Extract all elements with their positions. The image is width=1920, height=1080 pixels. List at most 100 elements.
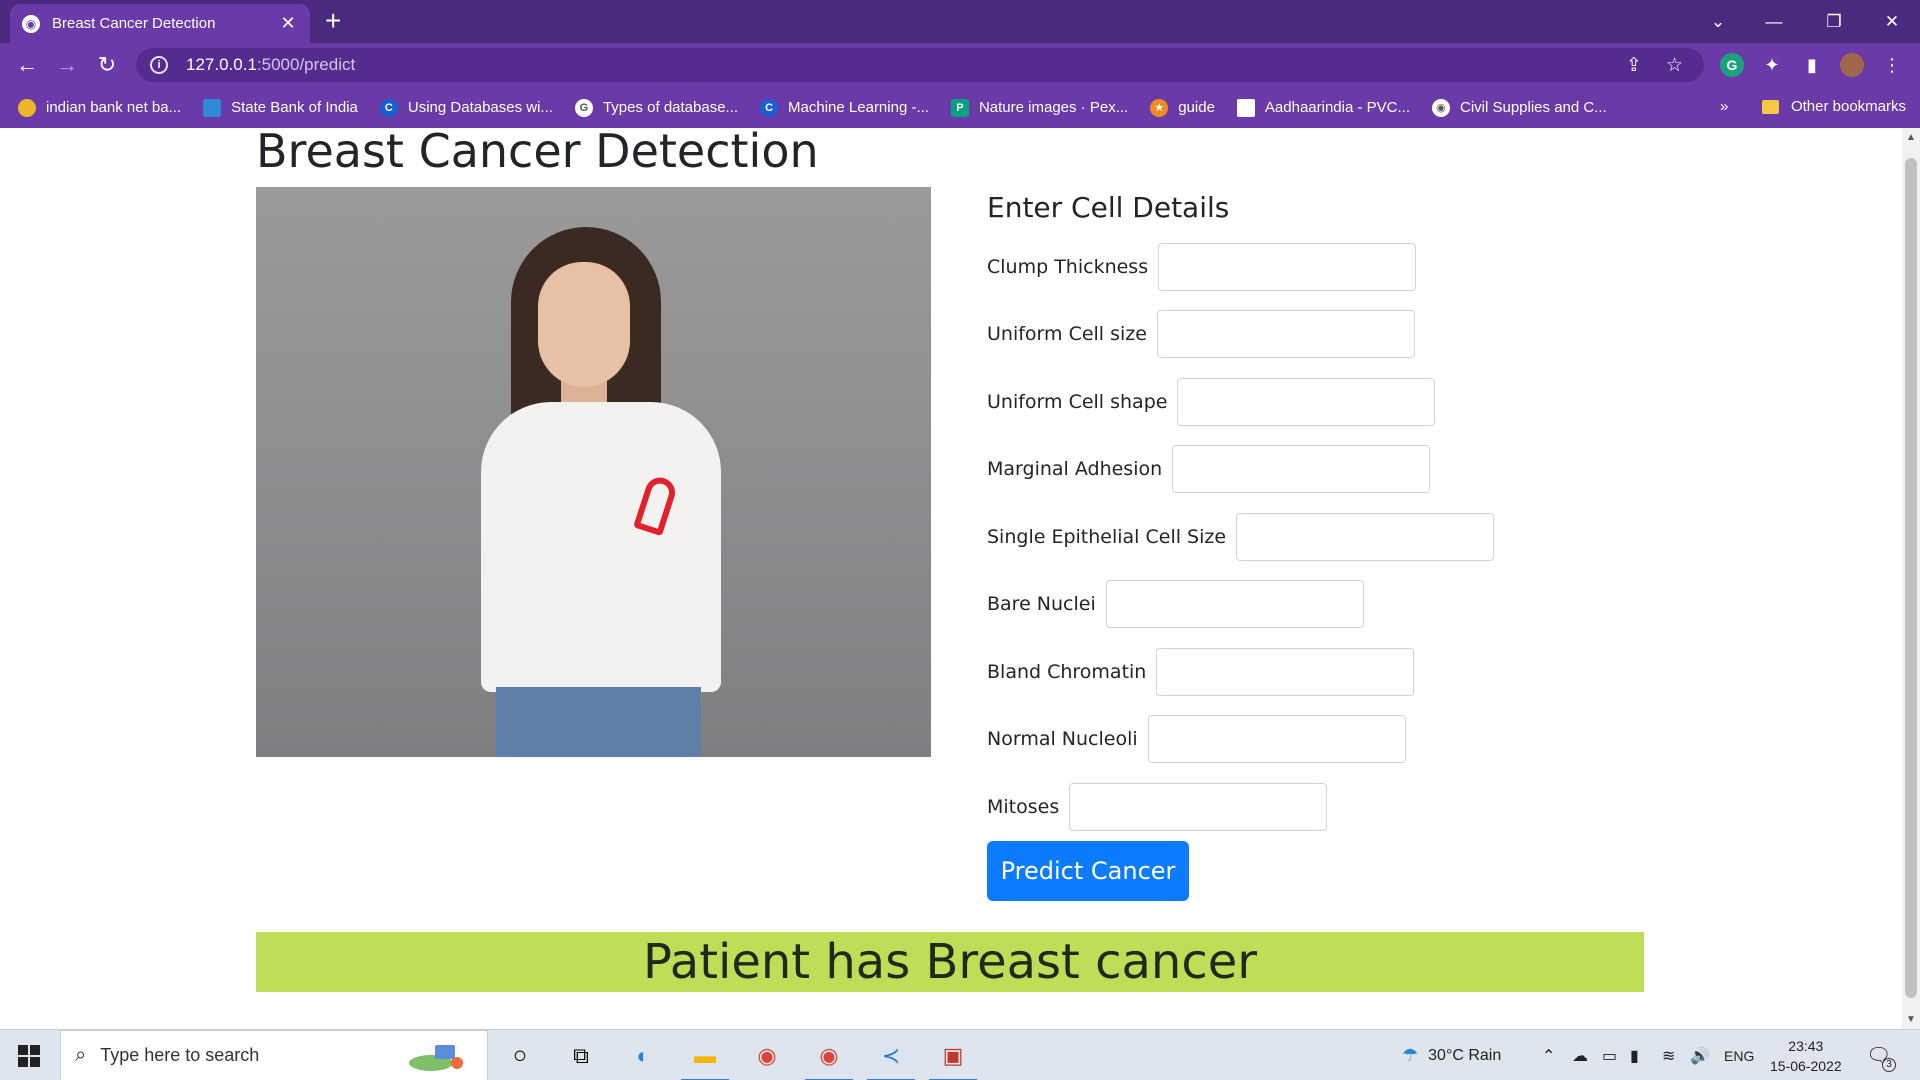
- field-bare-nuclei: Bare Nuclei: [987, 580, 1364, 628]
- edge-icon[interactable]: ◐: [627, 1040, 659, 1072]
- form-title: Enter Cell Details: [987, 191, 1230, 224]
- site-info-icon[interactable]: i: [150, 56, 168, 74]
- vscode-icon[interactable]: ≺: [867, 1040, 915, 1080]
- field-label: Marginal Adhesion: [987, 458, 1163, 480]
- bookmark-item[interactable]: P Nature images · Pex...: [950, 98, 1128, 117]
- new-tab-button[interactable]: +: [325, 6, 341, 36]
- c-icon: C: [760, 98, 779, 117]
- scroll-down-icon[interactable]: ▼: [1906, 1014, 1916, 1025]
- page-scrollbar[interactable]: ▲ ▼: [1902, 128, 1920, 1029]
- page-title: Breast Cancer Detection: [256, 124, 819, 178]
- prediction-result: Patient has Breast cancer: [256, 932, 1644, 992]
- wifi-icon[interactable]: ≋: [1662, 1030, 1675, 1080]
- tab-title: Breast Cancer Detection: [52, 15, 216, 32]
- field-normal-nucleoli: Normal Nucleoli: [987, 715, 1406, 763]
- bookmark-item[interactable]: State Bank of India: [203, 98, 358, 117]
- field-label: Normal Nucleoli: [987, 728, 1138, 750]
- onedrive-icon[interactable]: ☁: [1572, 1030, 1588, 1080]
- c-icon: C: [379, 98, 398, 117]
- single-epithelial-cell-size-input[interactable]: [1236, 513, 1495, 561]
- field-single-epithelial-cell-size: Single Epithelial Cell Size: [987, 513, 1495, 561]
- rain-icon: ☂: [1402, 1045, 1419, 1065]
- battery-icon[interactable]: ▮: [1630, 1030, 1639, 1080]
- sbi-icon: [203, 98, 222, 117]
- volume-icon[interactable]: 🔊: [1690, 1030, 1710, 1080]
- hero-image: [256, 187, 931, 757]
- field-uniform-cell-shape: Uniform Cell shape: [987, 378, 1436, 426]
- extensions-icon[interactable]: ✦: [1760, 53, 1784, 77]
- clock[interactable]: 23:43 15-06-2022: [1770, 1030, 1842, 1080]
- scrollbar-thumb[interactable]: [1905, 158, 1917, 998]
- language-indicator[interactable]: ENG: [1724, 1030, 1754, 1080]
- globe-icon: ◉: [1431, 98, 1450, 117]
- field-label: Mitoses: [987, 796, 1060, 818]
- field-label: Uniform Cell size: [987, 323, 1147, 345]
- other-bookmarks[interactable]: Other bookmarks: [1761, 98, 1906, 115]
- chrome-profile-icon[interactable]: ◉: [805, 1040, 853, 1080]
- tray-chevron-icon[interactable]: ⌃: [1542, 1030, 1555, 1080]
- back-button[interactable]: ←: [13, 51, 41, 79]
- field-clump-thickness: Clump Thickness: [987, 243, 1417, 291]
- bookmark-star-icon[interactable]: ☆: [1666, 54, 1683, 77]
- taskbar: ⌕ Type here to search ○ ⧉ ◐ ▬ ◉ ◉ ≺ ▣ ☂ …: [0, 1029, 1920, 1080]
- windows-start-icon[interactable]: [18, 1045, 40, 1067]
- restore-button[interactable]: ❐: [1806, 0, 1862, 43]
- avatar[interactable]: [1840, 53, 1864, 77]
- bookmark-item[interactable]: ◉ Civil Supplies and C...: [1431, 98, 1607, 117]
- uniform-cell-shape-input[interactable]: [1177, 378, 1436, 426]
- predict-cancer-button[interactable]: Predict Cancer: [987, 841, 1189, 901]
- bookmark-item[interactable]: C Machine Learning -...: [760, 98, 929, 117]
- bookmark-item[interactable]: G Types of database...: [574, 98, 738, 117]
- cortana-icon[interactable]: ○: [504, 1040, 536, 1072]
- address-bar[interactable]: i 127.0.0.1:5000/predict ⇪ ☆: [136, 48, 1704, 82]
- notification-count: 3: [1882, 1058, 1896, 1072]
- bookmark-item[interactable]: ★ guide: [1150, 98, 1215, 117]
- url-host: 127.0.0.1: [186, 55, 257, 74]
- field-marginal-adhesion: Marginal Adhesion: [987, 445, 1431, 493]
- field-label: Clump Thickness: [987, 256, 1149, 278]
- side-panel-icon[interactable]: ▮: [1800, 53, 1824, 77]
- bookmark-item[interactable]: Aadhaarindia - PVC...: [1236, 98, 1410, 117]
- taskbar-search[interactable]: ⌕ Type here to search: [60, 1030, 488, 1080]
- more-bookmarks-button[interactable]: »: [1720, 98, 1728, 115]
- share-icon[interactable]: ⇪: [1626, 54, 1642, 77]
- bookmark-item[interactable]: C Using Databases wi...: [379, 98, 553, 117]
- field-bland-chromatin: Bland Chromatin: [987, 648, 1415, 696]
- chrome-icon[interactable]: ◉: [751, 1040, 783, 1072]
- marginal-adhesion-input[interactable]: [1172, 445, 1431, 493]
- grammarly-icon[interactable]: G: [1720, 53, 1744, 77]
- forward-button[interactable]: →: [53, 51, 81, 79]
- notifications-icon[interactable]: 🗨 3: [1866, 1030, 1896, 1080]
- app-icon[interactable]: ▣: [929, 1040, 977, 1080]
- clump-thickness-input[interactable]: [1158, 243, 1417, 291]
- weather-widget[interactable]: ☂ 30°C Rain: [1402, 1030, 1501, 1080]
- reload-button[interactable]: ↻: [93, 51, 121, 79]
- minimize-button[interactable]: —: [1746, 0, 1802, 43]
- url-path: :5000/predict: [256, 55, 356, 74]
- tab-search-icon[interactable]: ⌄: [1690, 0, 1746, 43]
- menu-icon[interactable]: ⋮: [1880, 53, 1904, 77]
- bookmarks-bar: indian bank net ba... State Bank of Indi…: [0, 87, 1920, 128]
- uniform-cell-size-input[interactable]: [1156, 310, 1415, 358]
- normal-nucleoli-input[interactable]: [1147, 715, 1406, 763]
- field-label: Bare Nuclei: [987, 593, 1096, 615]
- task-view-icon[interactable]: ⧉: [565, 1040, 597, 1072]
- field-label: Bland Chromatin: [987, 661, 1147, 683]
- bland-chromatin-input[interactable]: [1156, 648, 1415, 696]
- scroll-up-icon[interactable]: ▲: [1906, 132, 1916, 143]
- browser-tab[interactable]: ◉ Breast Cancer Detection ✕: [10, 4, 310, 43]
- search-placeholder: Type here to search: [100, 1045, 260, 1065]
- pexels-icon: P: [950, 98, 969, 117]
- browser-toolbar: ← → ↻ i 127.0.0.1:5000/predict ⇪ ☆ G ✦ ▮…: [0, 43, 1920, 87]
- mitoses-input[interactable]: [1069, 783, 1328, 831]
- file-explorer-icon[interactable]: ▬: [681, 1040, 729, 1080]
- g-icon: G: [574, 98, 593, 117]
- bare-nuclei-input[interactable]: [1105, 580, 1364, 628]
- meet-icon[interactable]: ▭: [1602, 1030, 1617, 1080]
- close-window-button[interactable]: ✕: [1864, 0, 1920, 43]
- bookmark-item[interactable]: indian bank net ba...: [18, 98, 181, 117]
- close-tab-icon[interactable]: ✕: [278, 13, 298, 34]
- search-icon: ⌕: [75, 1044, 87, 1066]
- field-label: Single Epithelial Cell Size: [987, 526, 1227, 548]
- page-viewport: Breast Cancer Detection Enter Cell Detai…: [0, 128, 1902, 1029]
